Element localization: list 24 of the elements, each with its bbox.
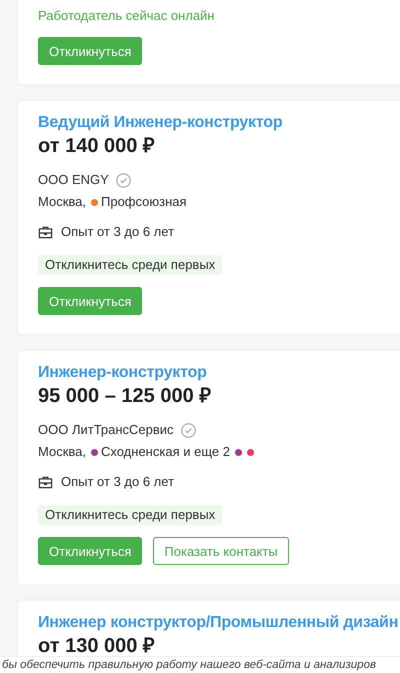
respond-button[interactable]: Откликнуться	[38, 37, 142, 65]
cookie-text: бы обеспечить правильную работу нашего веб-сайта и анализиров	[1, 659, 376, 671]
show-contacts-button[interactable]: Показать контакты	[153, 537, 289, 565]
briefcase-icon	[38, 474, 53, 490]
online-status: Работодатель сейчас онлайн	[38, 7, 214, 25]
salary: от 130 000 ₽	[38, 634, 155, 658]
salary: от 140 000 ₽	[38, 134, 155, 158]
respond-button[interactable]: Откликнуться	[38, 287, 142, 315]
experience: Опыт от 3 до 6 лет	[61, 473, 174, 491]
vacancy-title[interactable]: Инженер конструктор/Промышленный дизайн	[38, 613, 398, 633]
company-name: ООО ЛитТрансСервис	[38, 421, 174, 439]
city: Москва,	[38, 443, 86, 461]
metro-station: Сходненская и еще 2	[101, 443, 230, 461]
response-badge: Откликнитесь среди первых	[38, 255, 222, 275]
vacancy-title[interactable]: Ведущий Инженер-конструктор	[38, 113, 282, 133]
response-badge: Откликнитесь среди первых	[38, 505, 222, 525]
salary: 95 000 – 125 000 ₽	[38, 384, 212, 408]
briefcase-icon	[38, 224, 53, 240]
company-name: ООО ENGY	[38, 171, 109, 189]
city: Москва,	[38, 193, 86, 211]
metro-station: Профсоюзная	[101, 193, 187, 211]
respond-button[interactable]: Откликнуться	[38, 537, 142, 565]
experience: Опыт от 3 до 6 лет	[61, 223, 174, 241]
vacancy-title[interactable]: Инженер-конструктор	[38, 363, 207, 383]
